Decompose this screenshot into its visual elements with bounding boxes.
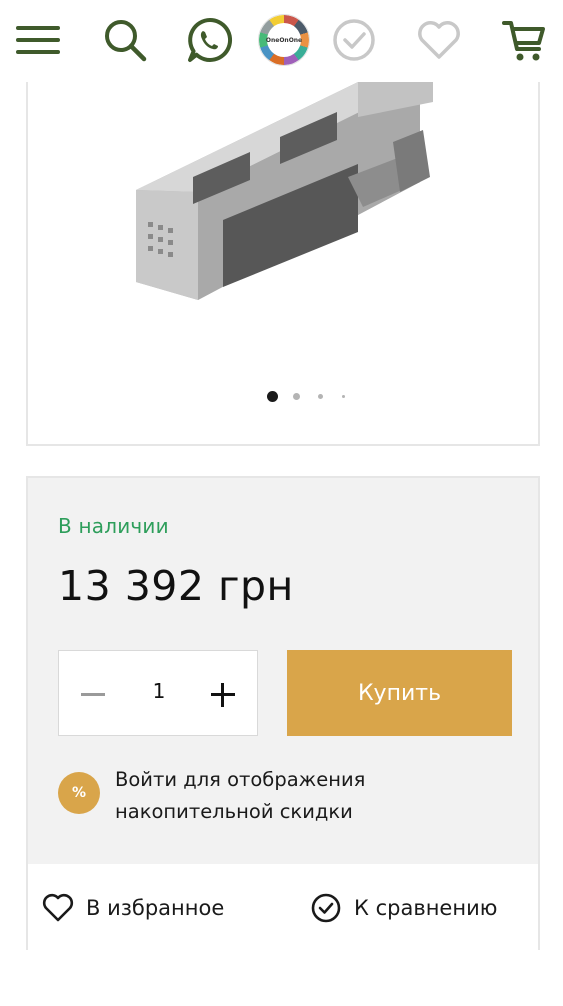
wishlist-heart-icon[interactable] bbox=[415, 16, 463, 64]
buy-button[interactable]: Купить bbox=[287, 650, 512, 736]
discount-login-text[interactable]: Войти для отображения накопительной скид… bbox=[115, 764, 475, 828]
percent-badge-icon: % bbox=[58, 772, 100, 814]
check-circle-icon bbox=[311, 893, 341, 923]
search-icon[interactable] bbox=[101, 16, 149, 64]
loyalty-discount-login[interactable]: % Войти для отображения накопительной ск… bbox=[58, 764, 498, 834]
menu-icon[interactable] bbox=[14, 16, 62, 64]
discount-text-line-1: Войти для отображения bbox=[115, 768, 366, 791]
decrease-quantity-button[interactable] bbox=[81, 693, 105, 696]
increase-quantity-button[interactable] bbox=[211, 683, 235, 707]
cart-icon[interactable] bbox=[500, 16, 548, 64]
logo-text: OneOnOne bbox=[266, 23, 302, 57]
add-to-compare-button[interactable]: К сравнению bbox=[310, 892, 497, 924]
gallery-dot[interactable] bbox=[342, 395, 345, 398]
quantity-value[interactable]: 1 bbox=[139, 679, 179, 703]
brand-logo[interactable]: OneOnOne bbox=[258, 14, 310, 66]
secondary-actions: В избранное К сравнению bbox=[28, 864, 538, 950]
whatsapp-icon[interactable] bbox=[186, 16, 234, 64]
wishlist-label: В избранное bbox=[86, 896, 225, 920]
product-image-battery bbox=[136, 82, 433, 300]
discount-text-line-2: накопительной скидки bbox=[115, 800, 353, 823]
compare-label: К сравнению bbox=[354, 896, 498, 920]
quantity-stepper: 1 bbox=[58, 650, 258, 736]
gallery-dot[interactable] bbox=[293, 393, 300, 400]
gallery-dot[interactable] bbox=[318, 394, 323, 399]
gallery-dot-active[interactable] bbox=[267, 391, 278, 402]
purchase-panel: В наличии 13 392 грн 1 Купить % Войти дл… bbox=[26, 476, 540, 950]
product-image-gallery[interactable] bbox=[26, 82, 540, 446]
compare-check-icon[interactable] bbox=[330, 16, 378, 64]
product-price: 13 392 грн bbox=[58, 562, 294, 610]
top-navigation-bar: OneOnOne bbox=[0, 0, 563, 82]
stock-status: В наличии bbox=[58, 514, 169, 538]
add-to-wishlist-button[interactable]: В избранное bbox=[42, 892, 224, 924]
heart-icon bbox=[42, 893, 74, 922]
gallery-pagination bbox=[28, 390, 538, 404]
